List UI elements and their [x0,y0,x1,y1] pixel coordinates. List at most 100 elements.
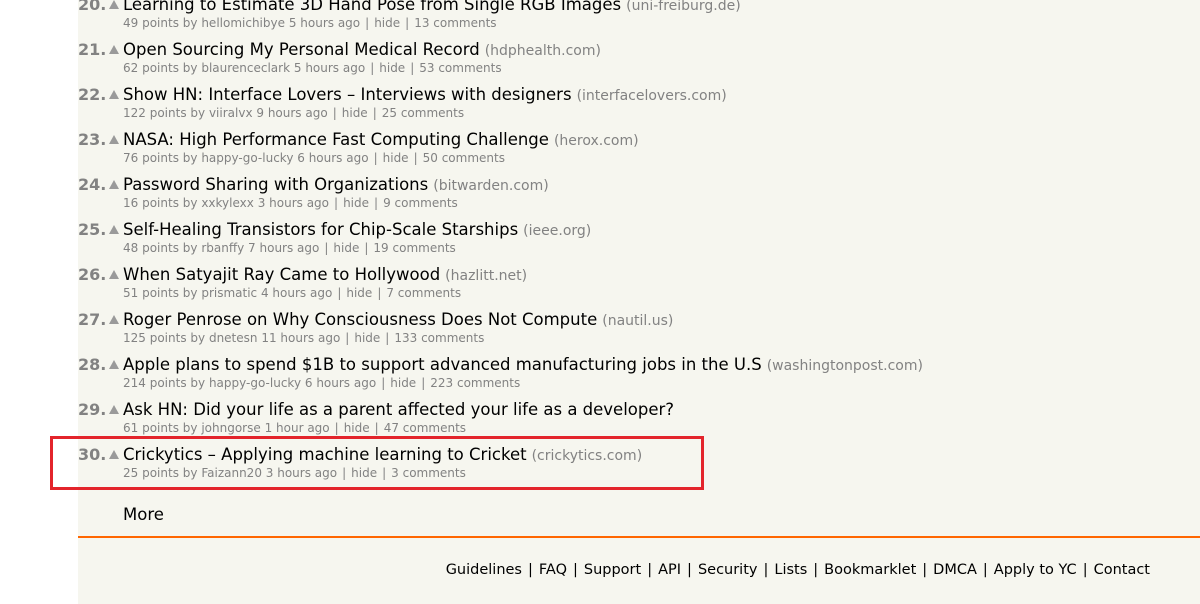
upvote-arrow-icon[interactable] [109,0,119,9]
upvote-arrow-icon[interactable] [109,315,119,324]
story-age-link[interactable]: 6 hours ago [305,376,376,390]
story-hide-link[interactable]: hide [344,421,370,435]
story-item: 27. Roger Penrose on Why Consciousness D… [78,309,1200,354]
story-site-link[interactable]: (uni-freiburg.de) [626,0,741,14]
story-user-link[interactable]: xxkylexx [201,196,254,210]
story-age-link[interactable]: 1 hour ago [265,421,330,435]
story-site-link[interactable]: (herox.com) [554,133,639,149]
footer-link-dmca[interactable]: DMCA [933,562,977,578]
story-user-link[interactable]: Faizann20 [201,466,262,480]
story-user-link[interactable]: viiralvx [209,106,253,120]
upvote-arrow-icon[interactable] [109,45,119,54]
story-age-link[interactable]: 6 hours ago [297,151,368,165]
story-comments-link[interactable]: 19 comments [373,241,455,255]
story-user-link[interactable]: happy-go-lucky [201,151,293,165]
story-comments-link[interactable]: 47 comments [384,421,466,435]
upvote-arrow-icon[interactable] [109,450,119,459]
footer-link-api[interactable]: API [658,562,681,578]
story-title-line: Ask HN: Did your life as a parent affect… [123,399,674,421]
more-link[interactable]: More [123,504,164,526]
story-rank: 29. [78,400,107,419]
story-site-link[interactable]: (crickytics.com) [532,448,643,464]
story-hide-link[interactable]: hide [379,61,405,75]
story-title-link[interactable]: Password Sharing with Organizations [123,175,428,194]
story-hide-link[interactable]: hide [346,286,372,300]
story-hide-link[interactable]: hide [343,196,369,210]
story-comments-link[interactable]: 53 comments [419,61,501,75]
story-age-link[interactable]: 9 hours ago [256,106,327,120]
story-title-line: Show HN: Interface Lovers – Interviews w… [123,84,727,107]
story-title-link[interactable]: Ask HN: Did your life as a parent affect… [123,400,674,419]
story-hide-link[interactable]: hide [383,151,409,165]
footer-link-lists[interactable]: Lists [774,562,807,578]
story-user-link[interactable]: hellomichibye [201,16,285,30]
story-comments-link[interactable]: 133 comments [394,331,484,345]
story-age-link[interactable]: 5 hours ago [294,61,365,75]
story-title-link[interactable]: Open Sourcing My Personal Medical Record [123,40,480,59]
story-title-link[interactable]: NASA: High Performance Fast Computing Ch… [123,130,549,149]
upvote-arrow-icon[interactable] [109,180,119,189]
story-site-link[interactable]: (nautil.us) [602,313,673,329]
story-site-link[interactable]: (ieee.org) [523,223,591,239]
story-comments-link[interactable]: 13 comments [414,16,496,30]
upvote-arrow-icon[interactable] [109,405,119,414]
story-title-link[interactable]: Self-Healing Transistors for Chip-Scale … [123,220,518,239]
story-comments-link[interactable]: 223 comments [430,376,520,390]
story-hide-link[interactable]: hide [351,466,377,480]
story-age-link[interactable]: 11 hours ago [261,331,340,345]
story-user-link[interactable]: johngorse [201,421,260,435]
footer-link-security[interactable]: Security [698,562,758,578]
story-comments-link[interactable]: 3 comments [391,466,466,480]
footer-link-guidelines[interactable]: Guidelines [446,562,522,578]
story-age-link[interactable]: 5 hours ago [289,16,360,30]
story-site-link[interactable]: (interfacelovers.com) [577,88,727,104]
story-user-link[interactable]: prismatic [201,286,257,300]
story-age-link[interactable]: 7 hours ago [248,241,319,255]
footer-link-contact[interactable]: Contact [1094,562,1150,578]
story-site-link[interactable]: (hazlitt.net) [445,268,527,284]
story-title-link[interactable]: Roger Penrose on Why Consciousness Does … [123,310,597,329]
upvote-arrow-icon[interactable] [109,135,119,144]
story-comments-link[interactable]: 7 comments [386,286,461,300]
story-site-link[interactable]: (bitwarden.com) [433,178,548,194]
story-title-link[interactable]: When Satyajit Ray Came to Hollywood [123,265,440,284]
story-hide-link[interactable]: hide [374,16,400,30]
pipe-separator: | [334,421,339,435]
story-item: 23. NASA: High Performance Fast Computin… [78,129,1200,174]
story-site-link[interactable]: (hdphealth.com) [485,43,601,59]
story-rank: 26. [78,265,107,284]
upvote-arrow-icon[interactable] [109,360,119,369]
story-title-link[interactable]: Show HN: Interface Lovers – Interviews w… [123,85,572,104]
story-age-link[interactable]: 3 hours ago [266,466,337,480]
upvote-arrow-icon[interactable] [109,225,119,234]
story-age-link[interactable]: 4 hours ago [261,286,332,300]
story-user-link[interactable]: rbanffy [201,241,244,255]
story-title-link[interactable]: Learning to Estimate 3D Hand Pose from S… [123,0,621,14]
footer-link-support[interactable]: Support [584,562,641,578]
story-age-link[interactable]: 3 hours ago [258,196,329,210]
pipe-separator: | [372,106,377,120]
story-user-link[interactable]: dnetesn [209,331,258,345]
story-comments-link[interactable]: 9 comments [383,196,458,210]
story-site-link[interactable]: (washingtonpost.com) [767,358,923,374]
story-hide-link[interactable]: hide [354,331,380,345]
story-hide-link[interactable]: hide [390,376,416,390]
story-points: 214 points [123,376,187,390]
upvote-arrow-icon[interactable] [109,90,119,99]
upvote-arrow-icon[interactable] [109,270,119,279]
footer-link-bookmarklet[interactable]: Bookmarklet [824,562,916,578]
story-hide-link[interactable]: hide [342,106,368,120]
story-user-link[interactable]: happy-go-lucky [209,376,301,390]
story-user-link[interactable]: blaurenceclark [201,61,290,75]
story-points: 51 points [123,286,179,300]
story-subtext: 76 points by happy-go-lucky 6 hours ago |… [123,150,505,166]
story-comments-link[interactable]: 50 comments [423,151,505,165]
footer-link-faq[interactable]: FAQ [539,562,567,578]
story-title-link[interactable]: Crickytics – Applying machine learning t… [123,445,527,464]
story-title-link[interactable]: Apple plans to spend $1B to support adva… [123,355,762,374]
story-points: 16 points [123,196,179,210]
story-hide-link[interactable]: hide [333,241,359,255]
footer-link-apply-to-yc[interactable]: Apply to YC [994,562,1077,578]
story-comments-link[interactable]: 25 comments [382,106,464,120]
story-points: 125 points [123,331,187,345]
